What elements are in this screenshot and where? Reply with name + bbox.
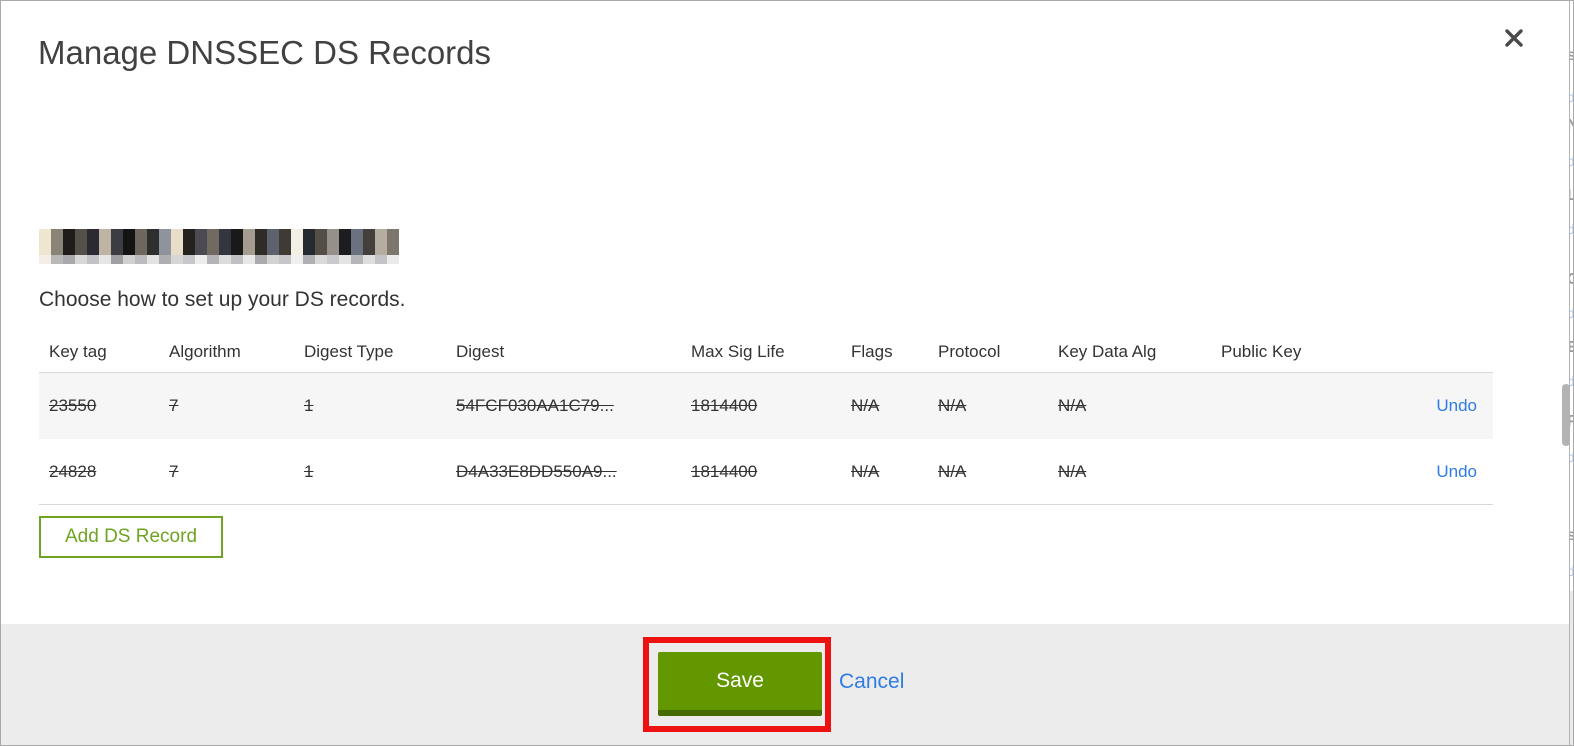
manage-dnssec-dialog: Manage DNSSEC DS Records Choose how to s… — [1, 1, 1570, 745]
cell-algorithm: 7 — [169, 461, 179, 481]
close-button[interactable] — [1502, 28, 1526, 52]
dialog-title: Manage DNSSEC DS Records — [38, 34, 492, 71]
cell-max-sig-life: 1814400 — [691, 461, 758, 481]
cell-flags: N/A — [851, 461, 880, 481]
undo-link[interactable]: Undo — [1436, 462, 1477, 481]
header-key-data-alg: Key Data Alg — [1058, 342, 1157, 361]
table-row: 23550 7 1 54FCF030AA1C79... 1814400 N/A … — [39, 373, 1493, 439]
cell-flags: N/A — [851, 396, 880, 415]
close-icon — [1504, 28, 1524, 53]
header-digest: Digest — [456, 342, 505, 361]
cancel-link[interactable]: Cancel — [839, 670, 904, 694]
redacted-pixel-row — [39, 229, 399, 255]
header-digest-type: Digest Type — [304, 342, 394, 361]
ds-records-table: Key tag Algorithm Digest Type Digest Max… — [39, 332, 1493, 505]
header-flags: Flags — [851, 342, 893, 361]
screenshot-frame: sdNdLdCdEdPdsd Manage DNSSEC DS Records … — [0, 0, 1574, 746]
redacted-domain-name — [39, 229, 399, 264]
cell-digest-type: 1 — [304, 461, 314, 481]
scrollbar-thumb[interactable] — [1562, 384, 1570, 446]
cell-key-tag: 24828 — [49, 461, 97, 481]
undo-link[interactable]: Undo — [1436, 396, 1477, 415]
header-key-tag: Key tag — [49, 342, 107, 361]
redacted-pixel-row — [39, 255, 399, 264]
cell-digest-type: 1 — [304, 396, 314, 415]
table-header-row: Key tag Algorithm Digest Type Digest Max… — [39, 332, 1493, 373]
cell-key-data-alg: N/A — [1058, 461, 1087, 481]
cell-algorithm: 7 — [169, 396, 179, 415]
header-max-sig-life: Max Sig Life — [691, 342, 785, 361]
dialog-footer: Save Cancel — [1, 624, 1570, 745]
header-public-key: Public Key — [1221, 342, 1302, 361]
table-row: 24828 7 1 D4A33E8DD550A9... 1814400 N/A … — [39, 439, 1493, 505]
cell-max-sig-life: 1814400 — [691, 396, 758, 415]
cell-protocol: N/A — [938, 461, 967, 481]
instruction-text: Choose how to set up your DS records. — [39, 288, 406, 311]
header-protocol: Protocol — [938, 342, 1001, 361]
header-algorithm: Algorithm — [169, 342, 241, 361]
cell-key-tag: 23550 — [49, 396, 97, 415]
cell-digest: 54FCF030AA1C79... — [456, 396, 614, 415]
cell-protocol: N/A — [938, 396, 967, 415]
add-ds-record-button[interactable]: Add DS Record — [39, 516, 224, 558]
save-button[interactable]: Save — [658, 652, 822, 716]
cell-digest: D4A33E8DD550A9... — [456, 461, 617, 481]
cell-key-data-alg: N/A — [1058, 396, 1087, 415]
